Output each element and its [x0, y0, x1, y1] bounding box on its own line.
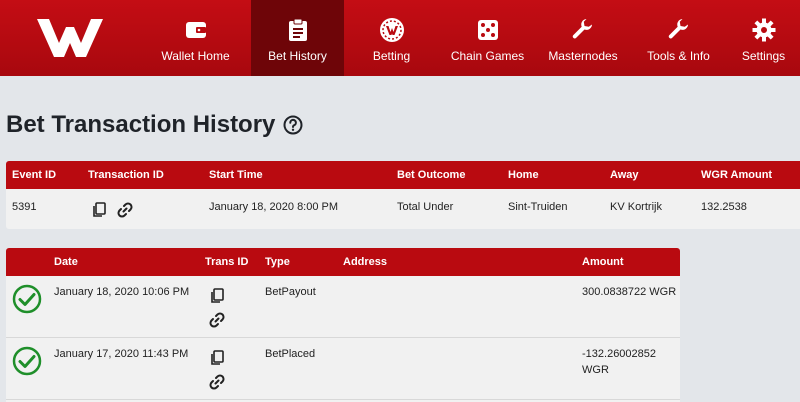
top-nav-bar: Wallet Home Bet History Betting Chain Ga…: [0, 0, 800, 76]
col-bet-outcome: Bet Outcome: [397, 169, 466, 181]
amount-value: -132.26002852: [582, 348, 657, 360]
start-time-value: January 18, 2020 8:00 PM: [209, 201, 339, 213]
type-value: BetPlaced: [265, 348, 316, 360]
gear-icon: [752, 17, 776, 43]
nav-chain-games[interactable]: Chain Games: [439, 0, 536, 76]
nav-label: Chain Games: [450, 49, 525, 63]
wagerr-logo-icon: [37, 19, 103, 57]
wgr-amount-value: 132.2538: [701, 201, 747, 213]
transaction-table: Date Trans ID Type Address Amount Januar…: [6, 248, 680, 402]
event-id-value: 5391: [12, 201, 37, 213]
wrench-icon: [667, 17, 691, 43]
amount-value-unit: WGR: [582, 364, 609, 376]
check-circle-icon: [12, 346, 42, 376]
clipboard-icon: [288, 17, 308, 43]
nav-bet-history[interactable]: Bet History: [251, 0, 344, 76]
away-value: KV Kortrijk: [610, 201, 662, 213]
event-table: Event ID Transaction ID Start Time Bet O…: [6, 161, 800, 229]
col-start-time: Start Time: [209, 169, 263, 181]
page-title: Bet Transaction History: [6, 111, 303, 139]
transaction-table-header: Date Trans ID Type Address Amount: [6, 248, 680, 276]
nav-label: Wallet Home: [161, 49, 230, 63]
nav-label: Masternodes: [548, 49, 618, 63]
col-trans-id: Trans ID: [205, 256, 249, 268]
copy-icon[interactable]: [210, 350, 224, 366]
bet-outcome-value: Total Under: [397, 201, 454, 213]
wallet-icon: [185, 17, 207, 43]
link-icon[interactable]: [117, 202, 133, 218]
nav-label: Settings: [741, 49, 786, 63]
help-icon[interactable]: [283, 115, 303, 135]
col-event-id: Event ID: [12, 169, 57, 181]
nav-settings[interactable]: Settings: [727, 0, 800, 76]
nav-betting[interactable]: Betting: [344, 0, 439, 76]
home-value: Sint-Truiden: [508, 201, 568, 213]
nav-tools-info[interactable]: Tools & Info: [630, 0, 727, 76]
dice-icon: [477, 17, 499, 43]
page-title-text: Bet Transaction History: [6, 111, 276, 138]
date-value: January 18, 2020 10:06 PM: [54, 286, 190, 298]
col-date: Date: [54, 256, 78, 268]
copy-icon[interactable]: [92, 202, 106, 218]
col-transaction-id: Transaction ID: [88, 169, 164, 181]
col-home: Home: [508, 169, 539, 181]
col-address: Address: [343, 256, 388, 268]
wrench-icon: [571, 17, 595, 43]
check-circle-icon: [12, 284, 42, 314]
nav-masternodes[interactable]: Masternodes: [536, 0, 630, 76]
table-row: 5391 January 18, 2020 8:00 PM Total Unde…: [6, 189, 800, 229]
nav-label: Bet History: [268, 49, 327, 63]
table-row: January 17, 2020 11:43 PM BetPlaced -132…: [6, 338, 680, 400]
date-value: January 17, 2020 11:43 PM: [54, 348, 189, 360]
nav-label: Betting: [372, 49, 411, 63]
col-wgr-amount: WGR Amount: [701, 169, 773, 181]
wager-coin-icon: [379, 17, 405, 43]
amount-value: 300.0838722 WGR: [582, 286, 677, 298]
link-icon[interactable]: [209, 312, 225, 328]
col-amount: Amount: [582, 256, 624, 268]
event-table-header: Event ID Transaction ID Start Time Bet O…: [6, 161, 800, 189]
col-type: Type: [265, 256, 290, 268]
col-away: Away: [610, 169, 639, 181]
type-value: BetPayout: [265, 286, 316, 298]
link-icon[interactable]: [209, 374, 225, 390]
wagerr-logo[interactable]: [0, 0, 140, 76]
table-row: January 18, 2020 10:06 PM BetPayout 300.…: [6, 276, 680, 338]
copy-icon[interactable]: [210, 288, 224, 304]
nav-wallet-home[interactable]: Wallet Home: [140, 0, 251, 76]
nav-label: Tools & Info: [647, 49, 710, 63]
